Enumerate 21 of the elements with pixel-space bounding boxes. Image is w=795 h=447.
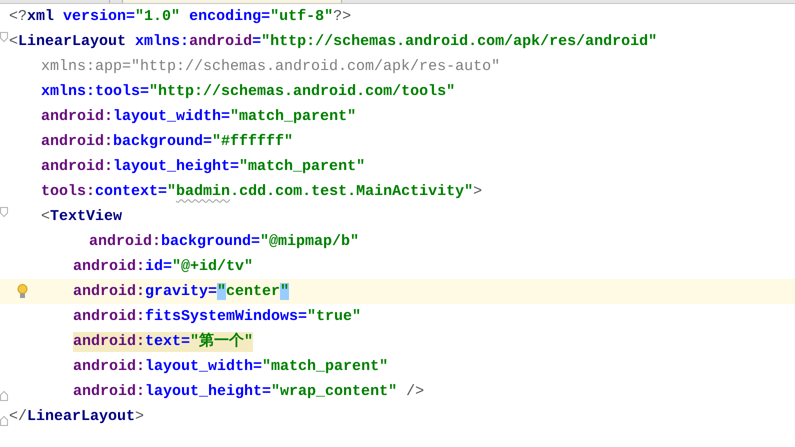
code-line: android:fitsSystemWindows="true" <box>73 306 362 326</box>
code-line: <TextView <box>41 206 122 226</box>
code-line: android:gravity="center" <box>73 282 290 302</box>
code-line: android:layout_width="match_parent" <box>73 356 388 376</box>
code-line: xmlns:tools="http://schemas.android.com/tools" <box>41 82 456 102</box>
code-line: android:id="@+id/tv" <box>73 256 254 276</box>
fold-marker-icon[interactable] <box>0 391 8 401</box>
fold-marker-icon[interactable] <box>0 207 8 217</box>
code-line: android:background="#ffffff" <box>41 132 294 152</box>
code-line: android:layout_width="match_parent" <box>41 106 356 126</box>
code-line: <?xml version="1.0" encoding="utf-8"?> <box>9 6 352 26</box>
code-line: xmlns:app="http://schemas.android.com/apk/res-auto" <box>41 56 500 76</box>
code-line: <LinearLayout xmlns:android="http://schemas.android.com/apk/res/android" <box>9 32 658 52</box>
code-line: tools:context="badmin.cdd.com.test.MainActivity"> <box>41 182 482 202</box>
fold-marker-icon[interactable] <box>0 32 8 42</box>
code-line: android:layout_height="match_parent" <box>41 156 366 176</box>
code-line: </LinearLayout> <box>9 406 144 426</box>
code-line: android:layout_height="wrap_content" /> <box>73 382 424 402</box>
lightbulb-icon[interactable] <box>17 284 28 299</box>
fold-marker-icon[interactable] <box>0 416 8 426</box>
code-line: android:background="@mipmap/b" <box>89 232 360 252</box>
